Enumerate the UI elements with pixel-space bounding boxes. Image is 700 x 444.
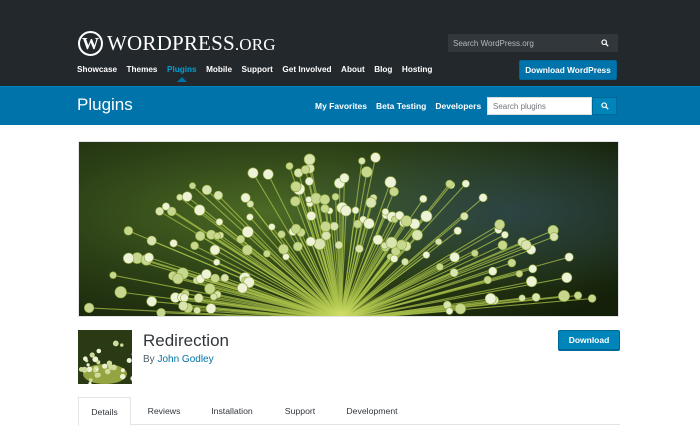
- nav-showcase[interactable]: Showcase: [77, 65, 117, 74]
- download-plugin-button[interactable]: Download: [558, 330, 620, 350]
- wordpress-logo-text: WORDPRESS.ORG: [107, 31, 276, 56]
- nav-get-involved[interactable]: Get Involved: [282, 65, 331, 74]
- nav-support[interactable]: Support: [242, 65, 273, 74]
- logo-suffix: .ORG: [234, 34, 276, 54]
- download-wordpress-button[interactable]: Download WordPress: [519, 60, 617, 80]
- tab-development[interactable]: Development: [336, 397, 408, 425]
- subnav-developers[interactable]: Developers: [435, 101, 481, 111]
- active-indicator-caret: [176, 77, 187, 82]
- plugin-author: By John Godley: [143, 354, 214, 365]
- nav-plugins-label: Plugins: [167, 65, 197, 74]
- nav-about[interactable]: About: [341, 65, 365, 74]
- nav-plugins[interactable]: Plugins: [167, 65, 197, 82]
- tab-installation[interactable]: Installation: [198, 397, 266, 425]
- wordpress-logo[interactable]: W WORDPRESS.ORG: [78, 29, 276, 57]
- tab-reviews[interactable]: Reviews: [138, 397, 190, 425]
- plugin-search: [487, 97, 617, 115]
- nav-themes[interactable]: Themes: [127, 65, 158, 74]
- plugin-banner-image: [78, 141, 619, 317]
- author-link[interactable]: John Godley: [157, 354, 213, 365]
- site-search-button[interactable]: [596, 34, 614, 52]
- subnav-my-favorites[interactable]: My Favorites: [315, 101, 367, 111]
- section-title[interactable]: Plugins: [77, 95, 133, 115]
- plugin-search-button[interactable]: [592, 97, 617, 115]
- plugins-subnav: My Favorites Beta Testing Developers: [315, 101, 490, 111]
- subnav-beta-testing[interactable]: Beta Testing: [376, 101, 426, 111]
- plugin-icon-image: [78, 330, 132, 384]
- search-icon: [600, 102, 609, 110]
- plugin-search-input[interactable]: [487, 97, 592, 115]
- nav-hosting[interactable]: Hosting: [402, 65, 432, 74]
- nav-mobile[interactable]: Mobile: [206, 65, 232, 74]
- tab-details[interactable]: Details: [78, 397, 131, 426]
- site-header: W WORDPRESS.ORG Showcase Themes Plugins …: [0, 0, 700, 86]
- wordpress-logo-icon: W: [78, 30, 103, 56]
- plugin-title: Redirection: [143, 331, 229, 350]
- plugin-tabs: Details Reviews Installation Support Dev…: [78, 397, 620, 426]
- site-search: [448, 34, 618, 52]
- site-search-input[interactable]: [448, 34, 596, 52]
- plugins-subheader: Plugins My Favorites Beta Testing Develo…: [0, 86, 700, 125]
- main-navigation: Showcase Themes Plugins Mobile Support G…: [77, 65, 442, 82]
- logo-word: WORDPRESS: [107, 30, 235, 55]
- nav-blog[interactable]: Blog: [374, 65, 392, 74]
- search-icon: [601, 39, 609, 47]
- tab-support[interactable]: Support: [274, 397, 326, 425]
- author-prefix: By: [143, 354, 155, 365]
